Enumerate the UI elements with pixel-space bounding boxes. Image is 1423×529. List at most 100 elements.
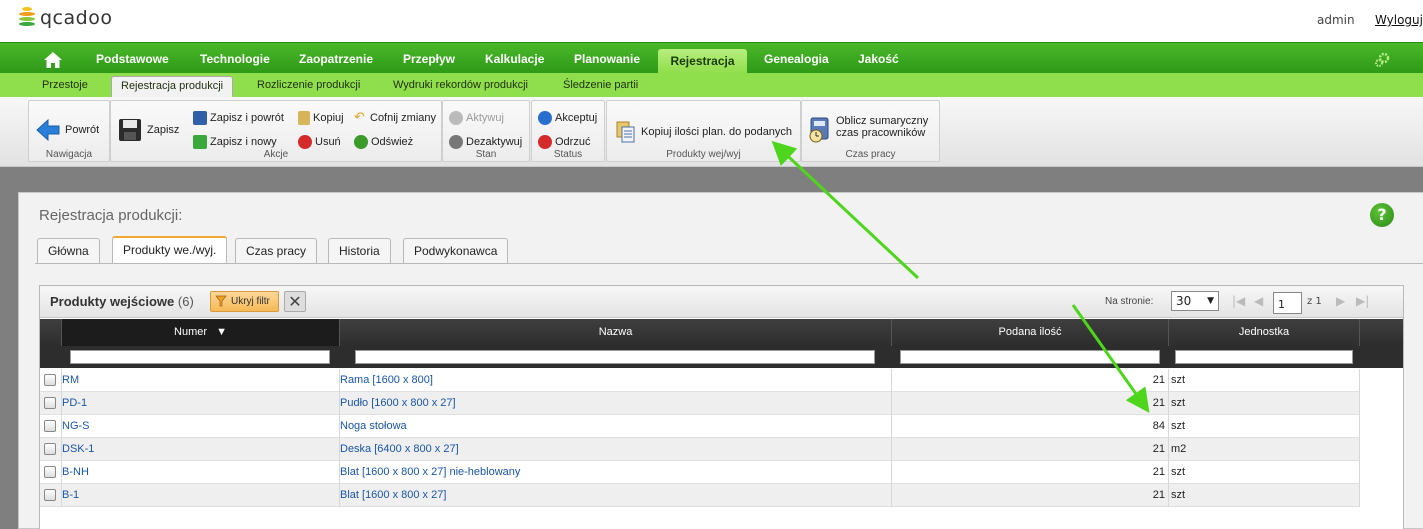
filter-input-numer[interactable] xyxy=(70,350,330,364)
name-link[interactable]: Noga stołowa xyxy=(340,420,407,432)
row-checkbox[interactable] xyxy=(44,466,56,478)
nav-jakosc[interactable]: Jakość xyxy=(858,43,899,74)
per-page-label: Na stronie: xyxy=(1105,296,1154,307)
column-header-nazwa[interactable]: Nazwa xyxy=(340,319,892,346)
number-link[interactable]: B-1 xyxy=(62,489,79,501)
reject-button[interactable]: Odrzuć xyxy=(538,135,590,149)
column-header-jednostka[interactable]: Jednostka xyxy=(1169,319,1360,346)
calc-total-time-text: Oblicz sumaryczny czas pracowników xyxy=(836,115,928,139)
number-link[interactable]: DSK-1 xyxy=(62,443,94,455)
ribbon-group-status: Akceptuj Odrzuć Status xyxy=(531,100,605,162)
cell-jednostka: szt xyxy=(1169,369,1360,392)
row-checkbox[interactable] xyxy=(44,397,56,409)
table-row[interactable]: RM Rama [1600 x 800] 21 szt xyxy=(40,369,1360,392)
row-checkbox[interactable] xyxy=(44,489,56,501)
table-row[interactable]: PD-1 Pudło [1600 x 800 x 27] 21 szt xyxy=(40,392,1360,415)
copy-button[interactable]: Kopiuj xyxy=(298,111,344,125)
save-back-button[interactable]: Zapisz i powrót xyxy=(193,111,284,125)
delete-button[interactable]: Usuń xyxy=(298,135,341,149)
tab-glowna[interactable]: Główna xyxy=(37,238,100,263)
tab-divider xyxy=(35,263,1423,264)
logout-link[interactable]: Wyloguj xyxy=(1375,13,1423,27)
cell-numer: PD-1 xyxy=(62,392,340,415)
tab-podwykonawca[interactable]: Podwykonawca xyxy=(403,238,509,263)
tab-produkty[interactable]: Produkty we./wyj. xyxy=(112,236,228,263)
row-select-cell xyxy=(40,415,62,438)
subnav-rejestracja-produkcji[interactable]: Rejestracja produkcji xyxy=(111,76,234,97)
back-button[interactable]: Powrót xyxy=(35,117,99,143)
copy-planned-quantities-button[interactable]: Kopiuj ilości plan. do podanych xyxy=(615,120,792,144)
subnav-wydruki[interactable]: Wydruki rekordów produkcji xyxy=(393,73,528,97)
first-page-icon[interactable]: |◀ xyxy=(1232,294,1245,308)
nav-planowanie[interactable]: Planowanie xyxy=(574,43,640,74)
save-new-button[interactable]: Zapisz i nowy xyxy=(193,135,277,149)
subnav-sledzenie-partii[interactable]: Śledzenie partii xyxy=(563,73,638,97)
group-label-status: Status xyxy=(553,149,583,160)
number-link[interactable]: NG-S xyxy=(62,420,90,432)
table-row[interactable]: B-1 Blat [1600 x 800 x 27] 21 szt xyxy=(40,484,1360,507)
row-checkbox[interactable] xyxy=(44,420,56,432)
row-checkbox[interactable] xyxy=(44,374,56,386)
number-link[interactable]: B-NH xyxy=(62,466,89,478)
user-name: admin xyxy=(1317,13,1355,27)
hide-filter-button[interactable]: Ukryj filtr xyxy=(210,291,279,312)
hide-filter-label: Ukryj filtr xyxy=(231,296,270,307)
deactivate-icon xyxy=(449,135,463,149)
nav-kalkulacje[interactable]: Kalkulacje xyxy=(485,43,544,74)
undo-button[interactable]: ↶ Cofnij zmiany xyxy=(354,110,436,125)
filter-input-jednostka[interactable] xyxy=(1175,350,1353,364)
column-header-podana-ilosc[interactable]: Podana ilość xyxy=(892,319,1169,346)
calc-total-time-button[interactable]: Oblicz sumaryczny czas pracowników xyxy=(808,115,928,143)
save-button[interactable]: Zapisz xyxy=(117,117,179,143)
copy-label: Kopiuj xyxy=(313,112,344,124)
table-row[interactable]: B-NH Blat [1600 x 800 x 27] nie-heblowany… xyxy=(40,461,1360,484)
name-link[interactable]: Rama [1600 x 800] xyxy=(340,374,433,386)
top-bar: qcadoo admin Wyloguj xyxy=(0,0,1423,42)
copy-icon xyxy=(298,111,310,125)
nav-podstawowe[interactable]: Podstawowe xyxy=(96,43,169,74)
cell-podana-ilosc: 21 xyxy=(892,461,1169,484)
next-page-icon[interactable]: ▶ xyxy=(1336,294,1345,308)
activate-button[interactable]: Aktywuj xyxy=(449,111,504,125)
clear-filter-button[interactable]: ✕ xyxy=(284,291,306,312)
subnav-rozliczenie-produkcji[interactable]: Rozliczenie produkcji xyxy=(257,73,360,97)
row-checkbox[interactable] xyxy=(44,443,56,455)
number-link[interactable]: RM xyxy=(62,374,79,386)
last-page-icon[interactable]: ▶| xyxy=(1356,294,1369,308)
home-icon[interactable] xyxy=(43,51,63,69)
row-select-cell xyxy=(40,461,62,484)
number-link[interactable]: PD-1 xyxy=(62,397,87,409)
name-link[interactable]: Deska [6400 x 800 x 27] xyxy=(340,443,459,455)
page-input[interactable]: 1 xyxy=(1273,292,1302,314)
accept-button[interactable]: Akceptuj xyxy=(538,111,597,125)
prev-page-icon[interactable]: ◀ xyxy=(1254,294,1263,308)
gears-icon[interactable] xyxy=(1374,52,1390,68)
activate-label: Aktywuj xyxy=(466,112,504,124)
name-link[interactable]: Pudło [1600 x 800 x 27] xyxy=(340,397,456,409)
nav-zaopatrzenie[interactable]: Zaopatrzenie xyxy=(299,43,373,74)
table-row[interactable]: NG-S Noga stołowa 84 szt xyxy=(40,415,1360,438)
nav-przeplyw[interactable]: Przepływ xyxy=(403,43,455,74)
refresh-button[interactable]: Odśwież xyxy=(354,135,413,149)
table-row[interactable]: DSK-1 Deska [6400 x 800 x 27] 21 m2 xyxy=(40,438,1360,461)
ribbon-group-akcje: Zapisz Zapisz i powrót Zapisz i nowy Kop… xyxy=(110,100,442,162)
logo[interactable]: qcadoo xyxy=(18,6,112,30)
column-header-numer[interactable]: Numer ▼ xyxy=(62,319,340,346)
per-page-select[interactable]: 30 ▼ xyxy=(1171,291,1219,311)
filter-input-nazwa[interactable] xyxy=(355,350,875,364)
cell-jednostka: szt xyxy=(1169,461,1360,484)
subnav-przestoje[interactable]: Przestoje xyxy=(42,73,88,97)
nav-genealogia[interactable]: Genealogia xyxy=(764,43,829,74)
nav-technologie[interactable]: Technologie xyxy=(200,43,270,74)
filter-input-podana-ilosc[interactable] xyxy=(900,350,1160,364)
grid-header: Produkty wejściowe (6) Ukryj filtr ✕ Na … xyxy=(40,286,1403,318)
cell-numer: DSK-1 xyxy=(62,438,340,461)
tab-czas-pracy[interactable]: Czas pracy xyxy=(235,238,318,263)
grid-title-text: Produkty wejściowe xyxy=(50,294,175,309)
nav-rejestracja[interactable]: Rejestracja xyxy=(658,49,747,74)
help-icon[interactable]: ? xyxy=(1370,203,1394,227)
deactivate-button[interactable]: Dezaktywuj xyxy=(449,135,522,149)
name-link[interactable]: Blat [1600 x 800 x 27] xyxy=(340,489,446,501)
tab-historia[interactable]: Historia xyxy=(328,238,391,263)
name-link[interactable]: Blat [1600 x 800 x 27] nie-heblowany xyxy=(340,466,520,478)
